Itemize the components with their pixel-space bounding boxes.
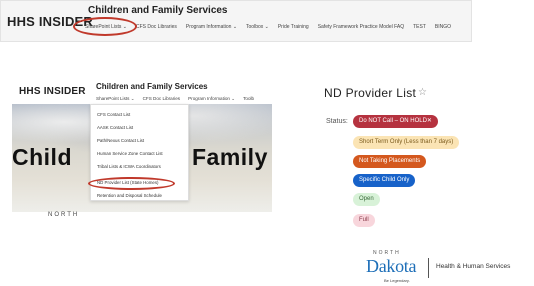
- secondary-nav-menu: SharePoint Lists ⌄ CFS Doc Libraries Pro…: [96, 96, 254, 102]
- nav-safety-framework-faq[interactable]: Safety Framework Practice Model FAQ: [318, 24, 404, 36]
- status-pill-open[interactable]: Open: [353, 193, 380, 206]
- nav-toolbox-secondary[interactable]: Toolb: [243, 96, 254, 102]
- dropdown-item-path-nexus-contact-list[interactable]: Path/Nexus Contact List: [97, 138, 144, 143]
- nav-pride-training[interactable]: Pride Training: [278, 24, 309, 36]
- logo-tagline: Be Legendary.: [384, 278, 410, 283]
- hero-word-family: Family: [192, 144, 268, 170]
- hero-north-text: NORTH: [48, 212, 80, 218]
- highlight-oval-sharepoint-lists: [73, 17, 137, 36]
- status-pill-do-not-call[interactable]: Do NOT Call – ON HOLD✕: [353, 115, 438, 128]
- dropdown-item-tribal-lists[interactable]: Tribal Lists & ICWA Coordinators: [97, 164, 161, 169]
- status-pill-short-term-only[interactable]: Short Term Only (Less than 7 days): [353, 136, 460, 149]
- logo-dakota-wordmark: Dakota: [366, 256, 417, 276]
- nav-test[interactable]: TEST: [413, 24, 426, 36]
- nav-bingo[interactable]: BINGO: [435, 24, 451, 36]
- site-brand-secondary[interactable]: HHS INSIDER: [19, 86, 86, 97]
- favorite-star-icon[interactable]: ☆: [418, 87, 427, 98]
- status-pill-not-taking-placements[interactable]: Not Taking Placements: [353, 155, 427, 168]
- status-pill-full[interactable]: Full: [353, 214, 375, 227]
- dropdown-item-aask-contact-list[interactable]: AASK Contact List: [97, 125, 133, 130]
- page-title: ND Provider List: [324, 86, 417, 100]
- site-title[interactable]: Children and Family Services: [88, 5, 228, 16]
- dropdown-item-human-service-zone[interactable]: Human Service Zone Contact List: [97, 151, 163, 156]
- site-title-secondary[interactable]: Children and Family Services: [96, 82, 208, 91]
- hero-word-children: Child: [12, 144, 72, 170]
- nav-sharepoint-lists-secondary[interactable]: SharePoint Lists ⌄: [96, 96, 135, 102]
- status-pill-specific-child-only[interactable]: Specific Child Only: [353, 174, 416, 187]
- logo-department-name: Health & Human Services: [436, 263, 511, 270]
- nav-program-information[interactable]: Program Information ⌄: [186, 24, 237, 36]
- logo-divider: [428, 258, 429, 278]
- nav-cfs-doc-libraries[interactable]: CFS Doc Libraries: [136, 24, 177, 36]
- status-label: Status:: [326, 118, 348, 125]
- nav-toolbox[interactable]: Toolbox ⌄: [246, 24, 269, 36]
- nav-cfs-doc-libraries-secondary[interactable]: CFS Doc Libraries: [143, 96, 181, 102]
- top-navigation-bar: HHS INSIDER Children and Family Services…: [0, 0, 472, 42]
- highlight-oval-nd-provider-list: [88, 177, 175, 190]
- top-nav-menu: SharePoint Lists ⌄ CFS Doc Libraries Pro…: [85, 24, 451, 36]
- dropdown-item-retention-schedule[interactable]: Retention and Disposal Schedule: [97, 193, 162, 198]
- dropdown-item-cfs-contact-list[interactable]: CFS Contact List: [97, 112, 130, 117]
- nav-program-information-secondary[interactable]: Program Information ⌄: [188, 96, 235, 102]
